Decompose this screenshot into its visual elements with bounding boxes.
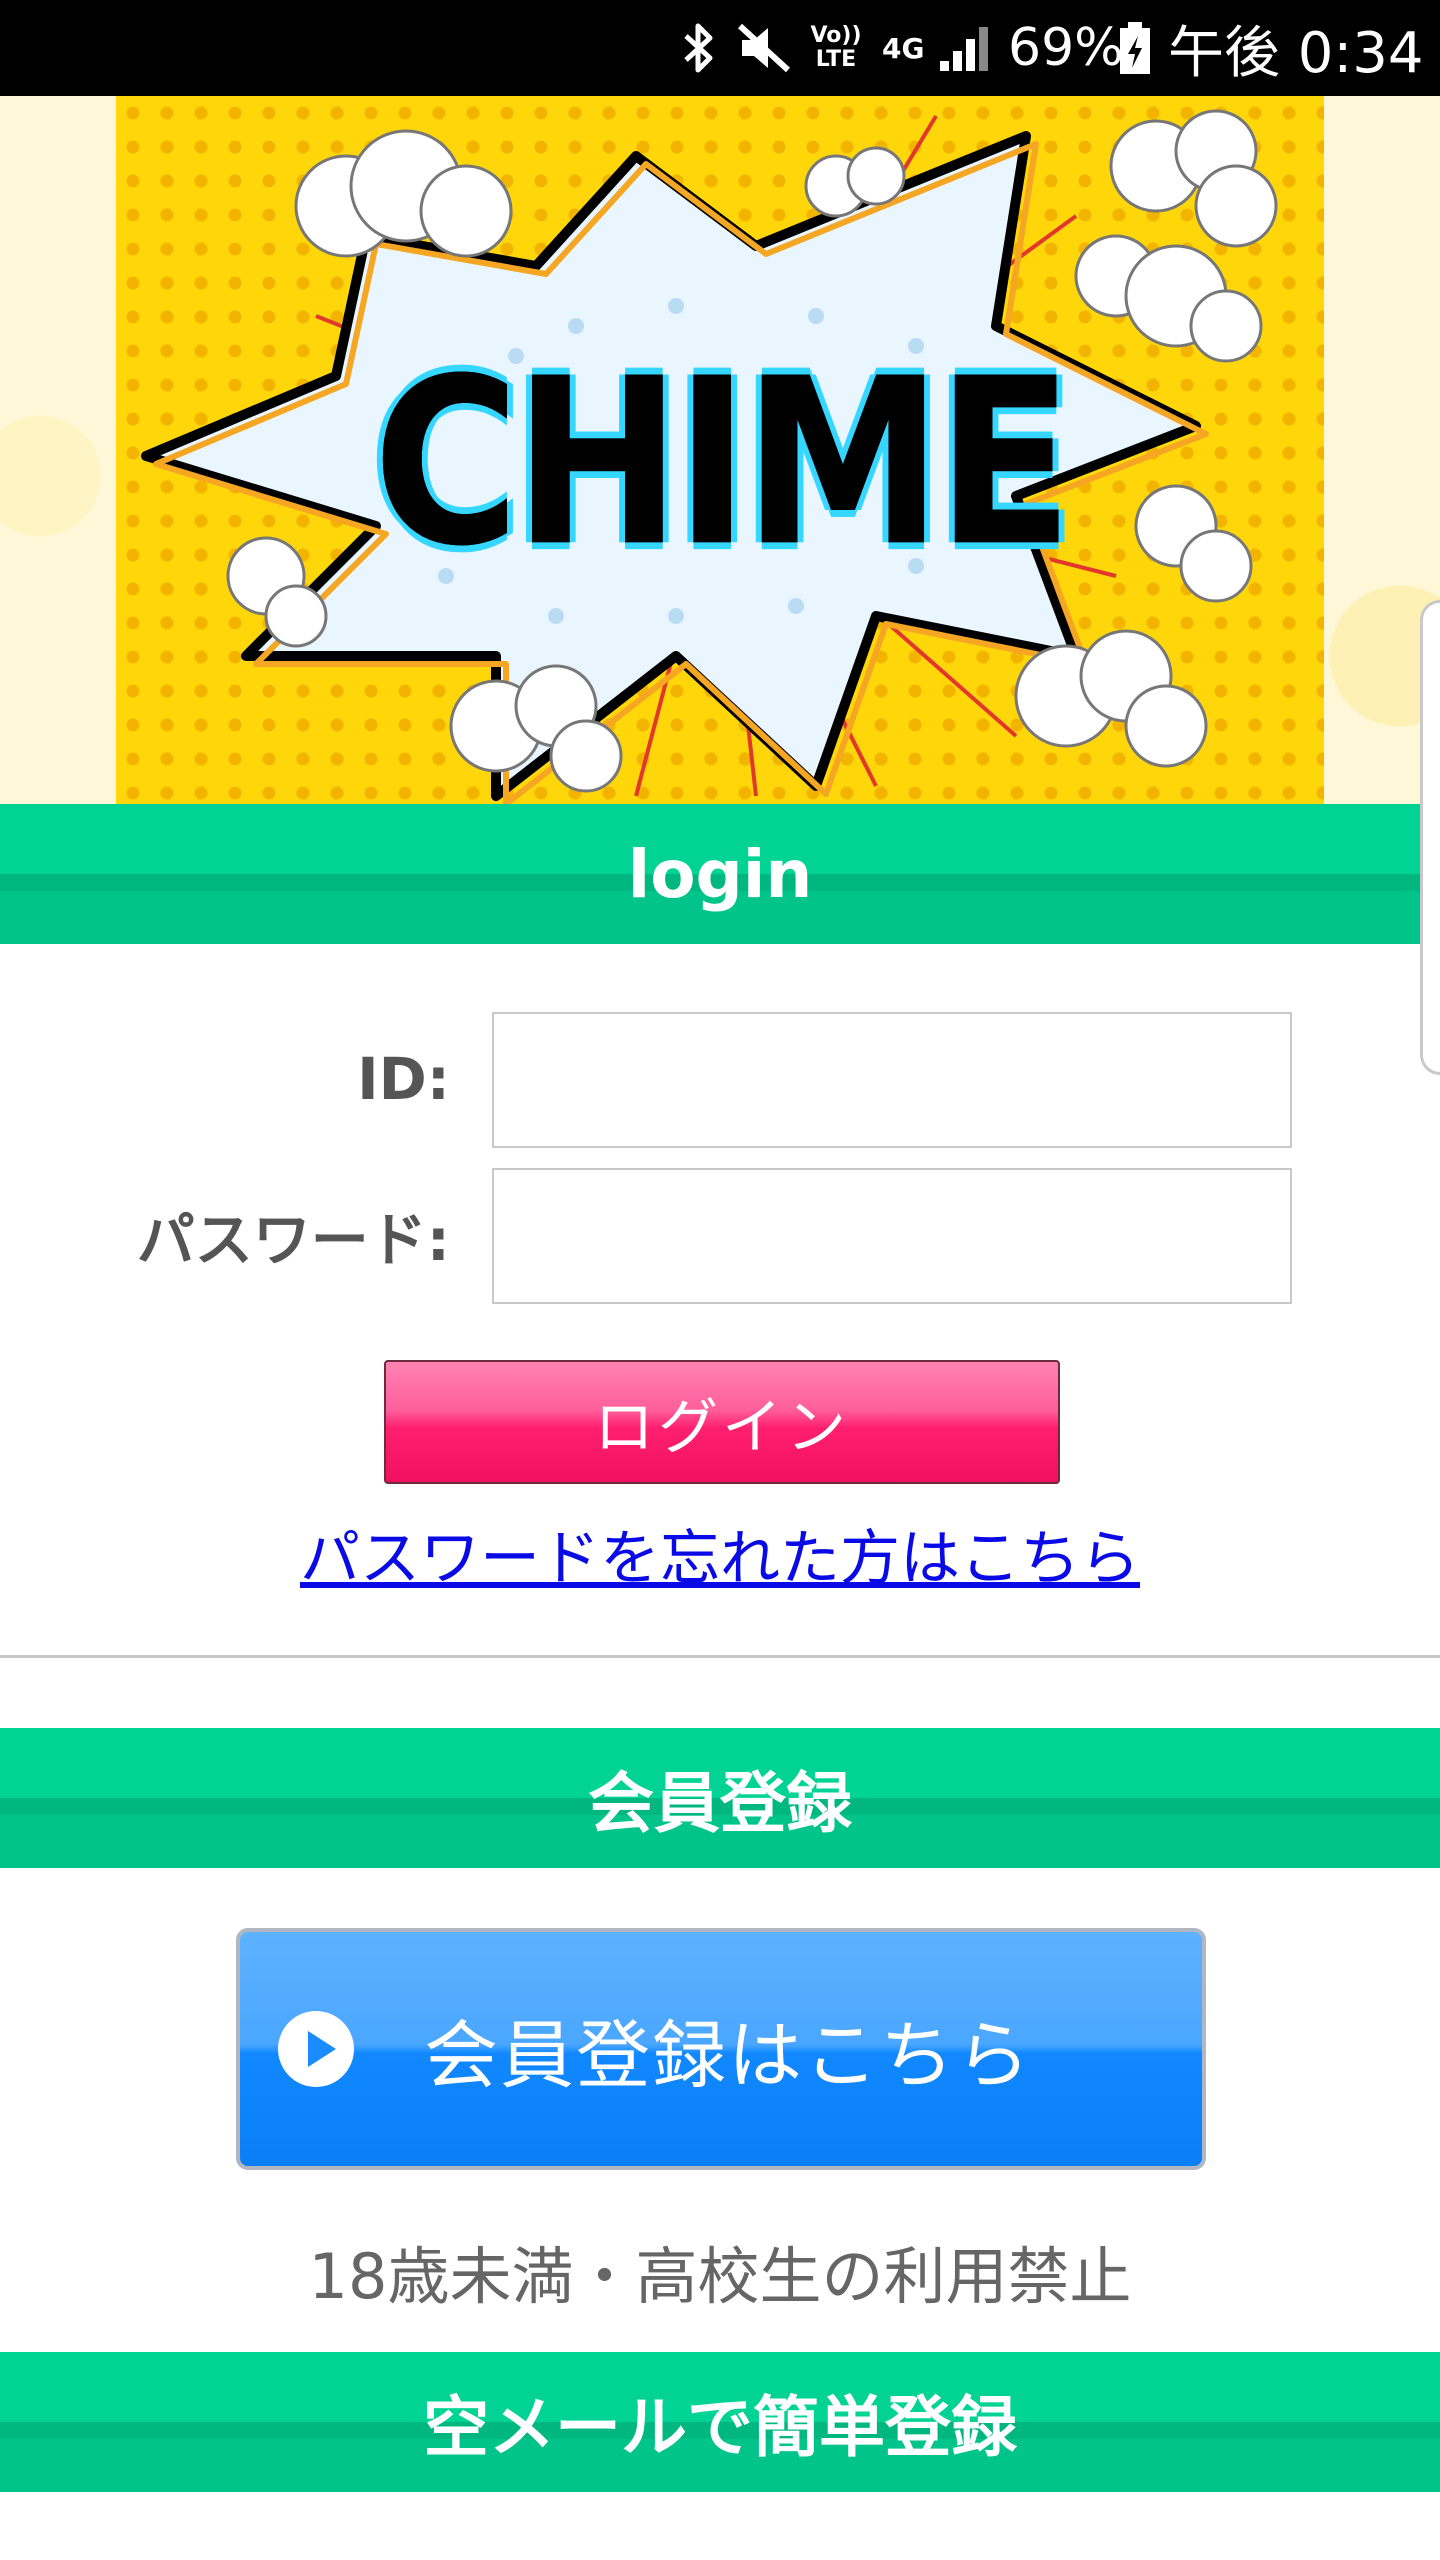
volte-icon: Vo)) LTE [804, 0, 868, 96]
battery-percent: 69% [1008, 18, 1124, 78]
forgot-password-link[interactable]: パスワードを忘れた方はこちら [0, 1510, 1440, 1597]
chime-banner: CHIME [116, 96, 1324, 804]
4g-icon: 4G [882, 0, 924, 96]
id-label: ID: [357, 1045, 450, 1113]
login-button[interactable]: ログイン [384, 1360, 1060, 1484]
login-section-header: login [0, 804, 1440, 944]
login-button-label: ログイン [594, 1392, 850, 1463]
status-bar: Vo)) LTE 4G 69% 午後 0:34 [0, 0, 1440, 96]
login-section-title: login [627, 835, 813, 913]
password-label: パスワード: [136, 1206, 450, 1274]
volte-label: Vo)) LTE [810, 23, 862, 72]
password-input[interactable] [492, 1168, 1292, 1304]
clock: 午後 0:34 [1168, 20, 1424, 86]
member-section-header: 会員登録 [0, 1728, 1440, 1868]
signal-icon [938, 0, 992, 96]
edge-panel-handle[interactable] [1420, 600, 1440, 1075]
id-input[interactable] [492, 1012, 1292, 1148]
member-section-title: 会員登録 [588, 1765, 852, 1842]
age-restriction-notice: 18歳未満・高校生の利用禁止 [308, 2240, 1132, 2313]
section-divider [0, 1655, 1440, 1658]
email-section-header: 空メールで簡単登録 [0, 2352, 1440, 2492]
register-button[interactable]: 会員登録はこちら [236, 1928, 1206, 2170]
play-icon [278, 2011, 354, 2087]
chime-logo: CHIME [372, 329, 1073, 598]
battery-icon [1118, 0, 1152, 96]
mute-icon [734, 0, 794, 96]
register-button-label: 会員登録はこちら [424, 2012, 1032, 2099]
bluetooth-icon [680, 0, 720, 96]
email-section-title: 空メールで簡単登録 [423, 2389, 1017, 2466]
network-label: 4G [882, 31, 925, 65]
